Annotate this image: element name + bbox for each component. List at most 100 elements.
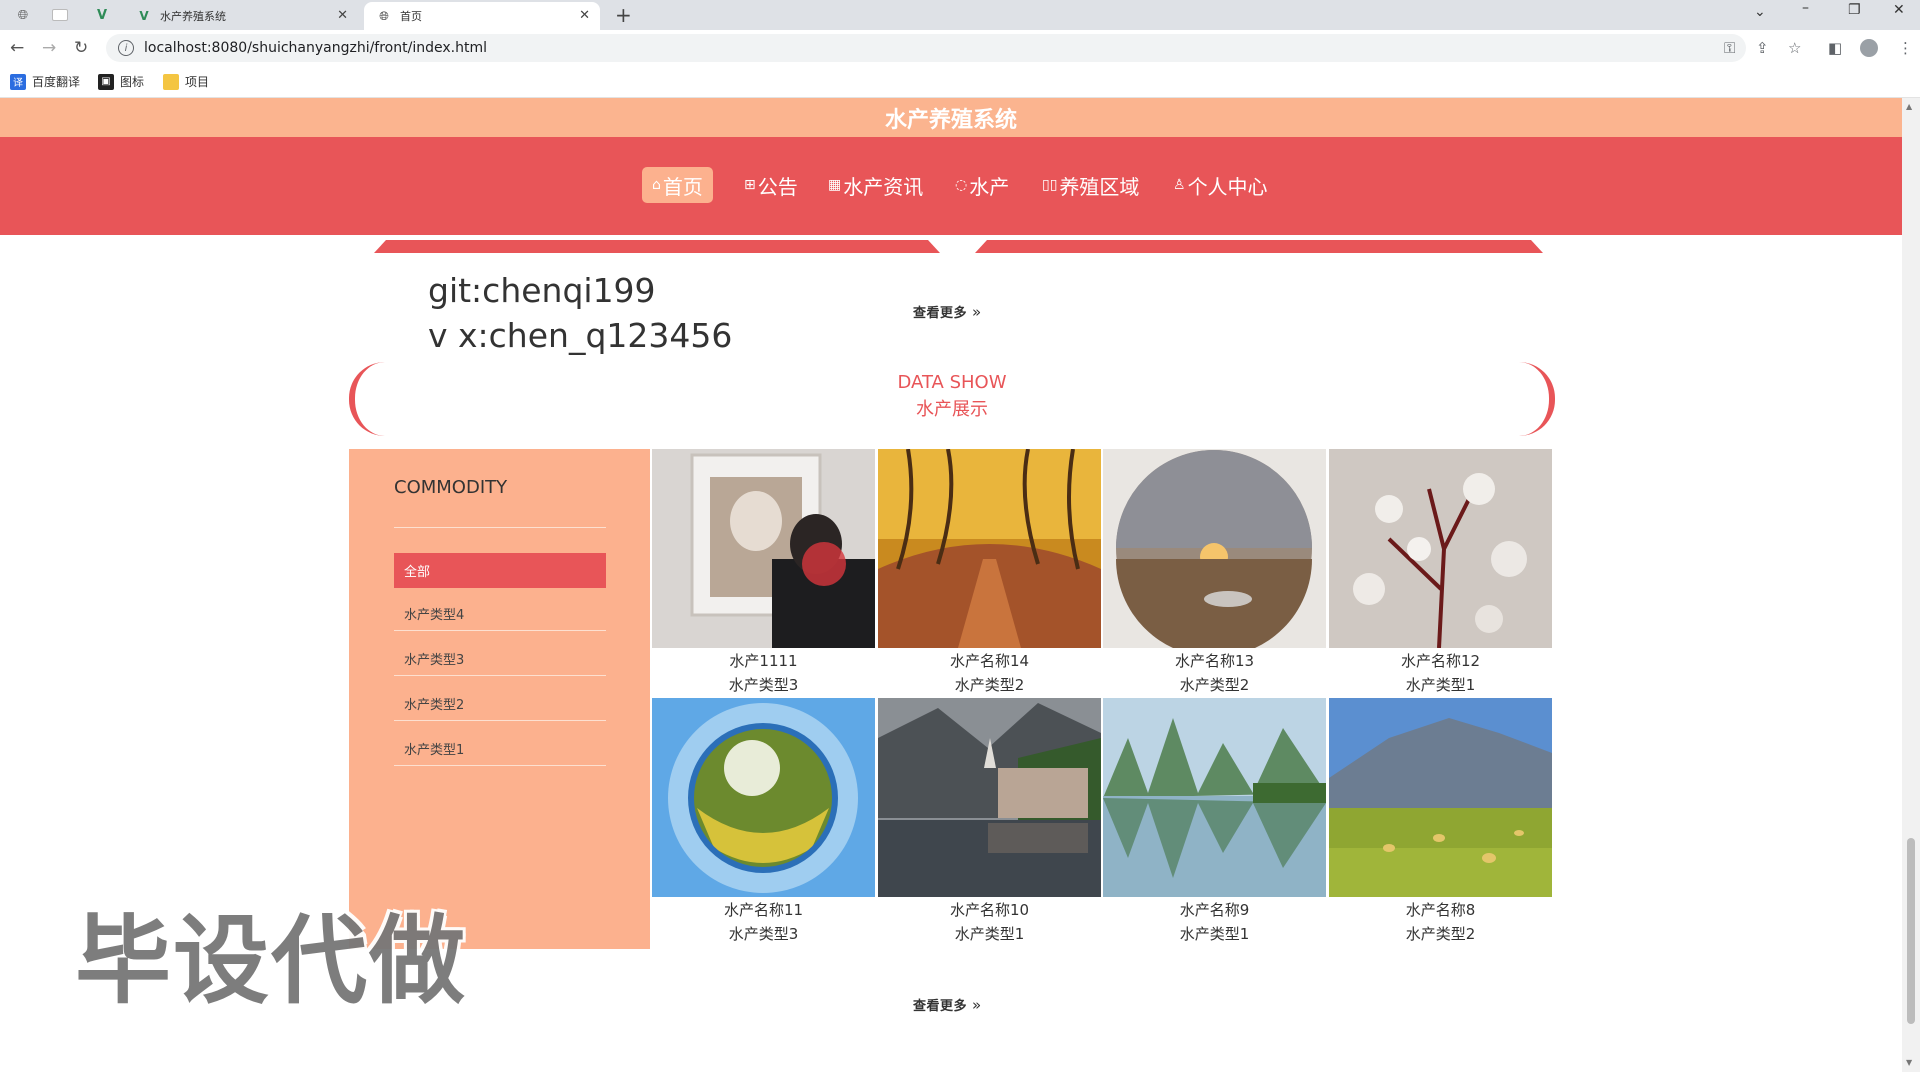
folder-icon xyxy=(163,73,179,90)
product-card[interactable]: 水产名称8 水产类型2 xyxy=(1329,698,1552,948)
nav-home[interactable]: ⌂ 首页 xyxy=(642,167,713,203)
panel-bottom-right xyxy=(975,235,1543,253)
product-card[interactable]: 水产名称9 水产类型1 xyxy=(1103,698,1326,948)
product-image[interactable] xyxy=(1103,698,1326,897)
bookmark-label: 百度翻译 xyxy=(32,75,81,89)
menu-icon[interactable]: ⋮ xyxy=(1898,39,1913,57)
translate-icon: 译 xyxy=(10,73,26,90)
share-icon[interactable]: ⇪ xyxy=(1756,39,1769,57)
globe-icon[interactable]: 🌐︎ xyxy=(14,6,32,24)
product-image[interactable] xyxy=(652,449,875,648)
nav-profile[interactable]: ♙ 个人中心 xyxy=(1163,167,1278,203)
bookmark-label: 图标 xyxy=(120,75,145,89)
address-bar[interactable]: i localhost:8080/shuichanyangzhi/front/i… xyxy=(106,34,1746,62)
sidepanel-icon[interactable]: ◧ xyxy=(1828,39,1842,57)
window-close-button[interactable]: ✕ xyxy=(1893,2,1905,18)
product-image[interactable] xyxy=(878,449,1101,648)
star-icon[interactable]: ☆ xyxy=(1788,39,1801,57)
info-icon[interactable]: i xyxy=(118,40,134,56)
tab-title: 水产养殖系统 xyxy=(160,10,226,23)
bookmark-folder[interactable]: 项目 xyxy=(163,73,209,90)
scroll-thumb[interactable] xyxy=(1907,838,1915,1024)
scroll-down-icon[interactable]: ▼ xyxy=(1906,1058,1912,1067)
product-card[interactable]: 水产名称12 水产类型1 xyxy=(1329,449,1552,699)
product-card[interactable]: 水产名称14 水产类型2 xyxy=(878,449,1101,699)
category-item[interactable]: 水产类型4 xyxy=(394,596,606,631)
contact-info: git:chenqi199 v x:chen_q123456 xyxy=(428,268,732,358)
chevron-down-icon[interactable]: ⌄ xyxy=(1754,4,1766,20)
reload-button[interactable]: ↻ xyxy=(74,38,88,58)
close-icon[interactable]: ✕ xyxy=(337,8,348,23)
watermark-text: 毕设代做 xyxy=(75,905,467,1017)
section-title-en: DATA SHOW xyxy=(897,372,1007,393)
product-type: 水产类型1 xyxy=(1179,925,1250,943)
view-more-link[interactable]: 查看更多 » xyxy=(913,302,982,321)
url-text: localhost:8080/shuichanyangzhi/front/ind… xyxy=(144,40,487,56)
product-card[interactable]: 水产名称13 水产类型2 xyxy=(1103,449,1326,699)
blank-page-icon[interactable] xyxy=(52,9,68,21)
product-card[interactable]: 水产名称10 水产类型1 xyxy=(878,698,1101,948)
product-name: 水产名称10 xyxy=(949,901,1030,919)
category-item[interactable]: 水产类型3 xyxy=(394,641,606,676)
nav-aquatic[interactable]: ◌ 水产 xyxy=(945,167,1019,203)
vue-icon[interactable]: V xyxy=(93,6,111,24)
category-item[interactable]: 水产类型2 xyxy=(394,686,606,721)
main-nav: ⌂ 首页 ⊞ 公告 ▦ 水产资讯 ◌ 水产 ▯▯ 养殖区域 ♙ 个人中心 xyxy=(0,137,1902,235)
category-sidebar: COMMODITY 全部 水产类型4 水产类型3 水产类型2 水产类型1 xyxy=(349,449,650,949)
forward-button[interactable]: → xyxy=(42,38,56,58)
site-title: 水产养殖系统 xyxy=(0,98,1902,137)
product-type: 水产类型1 xyxy=(954,925,1025,943)
product-type: 水产类型2 xyxy=(954,676,1025,694)
page-scrollbar[interactable]: ▲ ▼ xyxy=(1902,98,1920,1072)
product-image[interactable] xyxy=(1329,698,1552,897)
scroll-up-icon[interactable]: ▲ xyxy=(1906,102,1912,111)
user-icon: ♙ xyxy=(1173,177,1186,193)
home-icon: ⌂ xyxy=(652,177,661,193)
back-button[interactable]: ← xyxy=(10,38,24,58)
category-all[interactable]: 全部 xyxy=(394,553,606,588)
close-icon[interactable]: ✕ xyxy=(579,8,590,23)
product-image[interactable] xyxy=(878,698,1101,897)
bookmark-item[interactable]: 译 百度翻译 xyxy=(10,73,80,90)
contact-git: git:chenqi199 xyxy=(428,271,656,310)
tab-title: 首页 xyxy=(400,10,422,23)
nav-label: 水产 xyxy=(969,174,1010,199)
product-name: 水产名称9 xyxy=(1179,901,1250,919)
new-tab-button[interactable]: + xyxy=(615,3,632,27)
nav-notice[interactable]: ⊞ 公告 xyxy=(734,167,808,203)
product-type: 水产类型3 xyxy=(728,676,799,694)
nav-news[interactable]: ▦ 水产资讯 xyxy=(818,167,933,203)
view-more-label: 查看更多 xyxy=(913,999,968,1014)
product-card[interactable]: 水产1111 水产类型3 xyxy=(652,449,875,699)
product-type: 水产类型3 xyxy=(728,925,799,943)
product-image[interactable] xyxy=(1329,449,1552,648)
product-name: 水产名称13 xyxy=(1174,652,1255,670)
view-more-link[interactable]: 查看更多 » xyxy=(913,995,982,1014)
key-icon[interactable]: ⚿ xyxy=(1724,39,1735,57)
contact-wx: v x:chen_q123456 xyxy=(428,316,733,355)
product-image[interactable] xyxy=(652,698,875,897)
profile-avatar[interactable] xyxy=(1860,39,1878,57)
restore-button[interactable]: ❐ xyxy=(1848,2,1861,18)
image-icon: ▣ xyxy=(98,73,114,90)
double-chevron-right-icon: » xyxy=(972,303,982,321)
product-name: 水产名称11 xyxy=(723,901,804,919)
product-name: 水产名称12 xyxy=(1400,652,1481,670)
minimize-button[interactable]: – xyxy=(1802,0,1809,16)
tab-home[interactable]: 🌐︎ 首页 ✕ xyxy=(364,2,600,30)
tab-system[interactable]: V 水产养殖系统 ✕ xyxy=(124,2,358,30)
product-name: 水产名称14 xyxy=(949,652,1030,670)
browser-tab-bar: 🌐︎ V V 水产养殖系统 ✕ 🌐︎ 首页 ✕ + ⌄ – ❐ ✕ xyxy=(0,0,1920,30)
nav-area[interactable]: ▯▯ 养殖区域 xyxy=(1032,167,1149,203)
section-title-cn: 水产展示 xyxy=(916,399,988,420)
product-type: 水产类型2 xyxy=(1405,925,1476,943)
product-type: 水产类型2 xyxy=(1179,676,1250,694)
product-image[interactable] xyxy=(1103,449,1326,648)
product-card[interactable]: 水产名称11 水产类型3 xyxy=(652,698,875,948)
nav-label: 个人中心 xyxy=(1187,174,1268,199)
view-more-label: 查看更多 xyxy=(913,306,968,321)
bookmark-item[interactable]: ▣ 图标 xyxy=(98,73,144,90)
nav-label: 首页 xyxy=(662,174,703,199)
vue-icon: V xyxy=(139,9,149,23)
category-item[interactable]: 水产类型1 xyxy=(394,731,606,766)
